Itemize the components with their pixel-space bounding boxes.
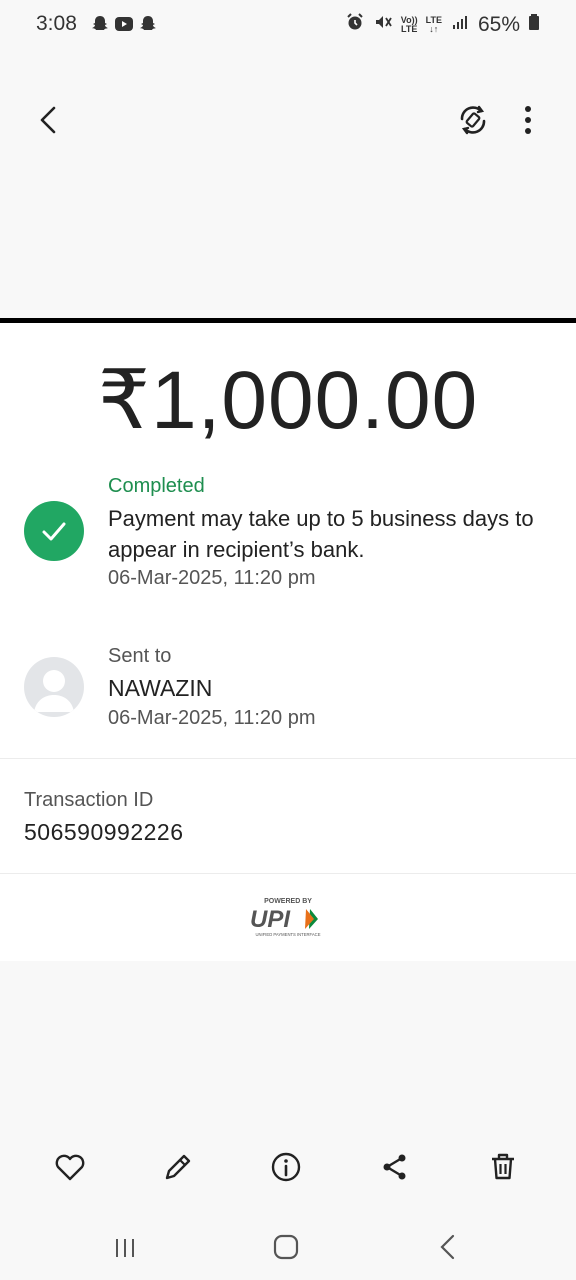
alarm-icon: [345, 12, 365, 38]
status-message: Payment may take up to 5 business days t…: [108, 506, 534, 562]
volte-icon: Vo)) LTE: [400, 15, 418, 34]
transaction-id: 506590992226: [24, 819, 184, 845]
status-label: Completed: [108, 475, 205, 497]
divider: [0, 758, 576, 759]
info-icon[interactable]: [266, 1147, 306, 1187]
check-icon: [24, 501, 84, 561]
lte-icon: LTE ↓↑: [425, 15, 442, 34]
battery-icon: [528, 12, 540, 38]
rotate-icon[interactable]: [453, 100, 493, 140]
payment-status: Completed Payment may take up to 5 busin…: [0, 473, 576, 603]
volte-label: Vo)): [400, 15, 418, 25]
snapchat-icon: [90, 14, 110, 39]
sent-to-section: Sent to NAWAZIN 06-Mar-2025, 11:20 pm: [0, 643, 576, 753]
amount: ₹1,000.00: [97, 355, 479, 446]
upi-powered-by: POWERED BY: [264, 898, 312, 905]
navigation-bar: [0, 1222, 576, 1272]
upi-logo: POWERED BY UPI UNIFIED PAYMENTS INTERFAC…: [246, 895, 330, 939]
avatar: [24, 657, 84, 717]
action-bar: [0, 1145, 576, 1189]
back-arrow-icon[interactable]: [30, 100, 70, 140]
upi-mark: UPI: [250, 906, 291, 933]
divider: [0, 873, 576, 874]
recipient-name: NAWAZIN: [108, 675, 213, 701]
back-icon[interactable]: [428, 1227, 468, 1267]
signal-icon: [450, 12, 470, 38]
status-timestamp: 06-Mar-2025, 11:20 pm: [108, 567, 316, 589]
snapchat-icon: [138, 14, 158, 39]
sent-timestamp: 06-Mar-2025, 11:20 pm: [108, 707, 316, 729]
mute-icon: [373, 12, 393, 38]
app-bar: [0, 90, 576, 150]
more-vertical-icon[interactable]: [510, 100, 546, 140]
status-time: 3:08: [36, 12, 77, 35]
recents-icon[interactable]: [105, 1227, 145, 1267]
system-icons: Vo)) LTE LTE ↓↑ 65%: [345, 12, 540, 38]
share-icon[interactable]: [375, 1147, 415, 1187]
heart-icon[interactable]: [50, 1147, 90, 1187]
upi-tagline: UNIFIED PAYMENTS INTERFACE: [256, 932, 321, 937]
sent-to-label: Sent to: [108, 645, 172, 667]
battery-label: 65%: [477, 13, 520, 36]
home-icon[interactable]: [266, 1227, 306, 1267]
notification-icons: [90, 14, 158, 39]
youtube-icon: [114, 14, 134, 39]
trash-icon[interactable]: [483, 1147, 523, 1187]
transaction-id-label: Transaction ID: [24, 789, 154, 811]
receipt-card: ₹1,000.00 Completed Payment may take up …: [0, 323, 576, 961]
status-bar: 3:08 Vo)) LTE LTE ↓↑ 65%: [0, 0, 576, 50]
pencil-icon[interactable]: [158, 1147, 198, 1187]
lte-label: LTE: [425, 15, 442, 25]
